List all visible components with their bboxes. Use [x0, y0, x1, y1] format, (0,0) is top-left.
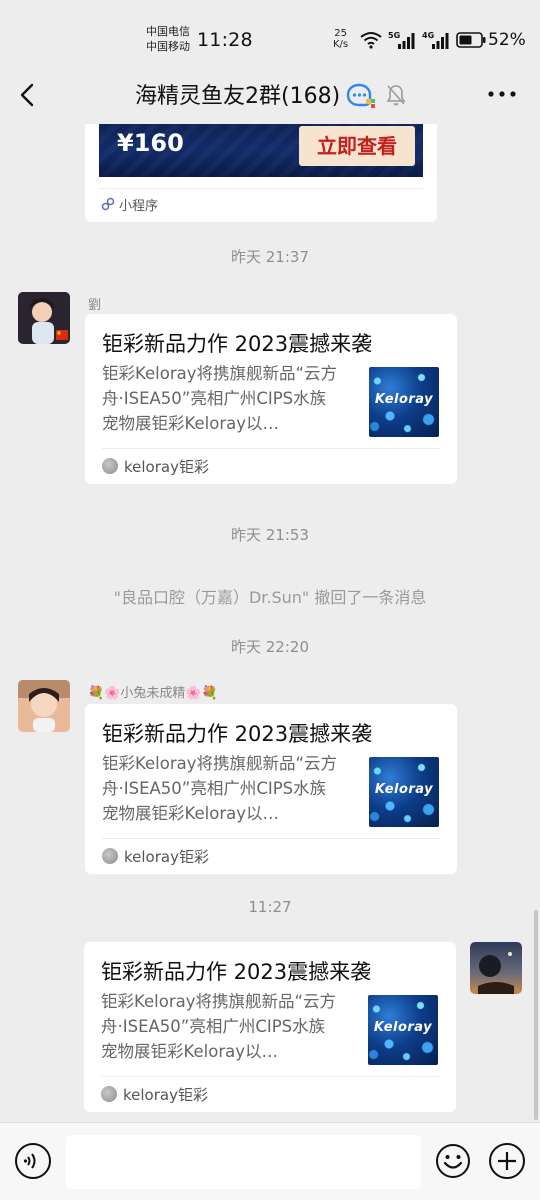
- timestamp: 昨天 21:37: [231, 248, 309, 266]
- card-source: keloray钜彩: [102, 455, 209, 477]
- carrier-names: 中国电信 中国移动: [146, 24, 190, 54]
- link-card[interactable]: 钜彩新品力作 2023震撼来袭 钜彩Keloray将携旗舰新品“云方舟·ISEA…: [85, 314, 457, 484]
- wifi-icon: [360, 32, 382, 49]
- source-logo-icon: [101, 1086, 117, 1102]
- more-icon[interactable]: [486, 84, 518, 104]
- card-source-label: keloray钜彩: [124, 847, 209, 866]
- thumbnail-brand: Keloray: [373, 1020, 433, 1035]
- carrier-1: 中国电信: [146, 25, 190, 38]
- card-thumbnail: Keloray: [369, 367, 439, 437]
- mini-program-banner: ¥160 立即查看: [99, 124, 423, 177]
- battery-percent: 52%: [488, 30, 526, 50]
- signal-4g-label: 4G: [422, 31, 434, 40]
- chat-title: 海精灵鱼友2群(168): [135, 84, 341, 109]
- card-title: 钜彩新品力作 2023震撼来袭: [102, 722, 373, 746]
- back-arrow-icon[interactable]: [14, 80, 42, 110]
- chat-header: 海精灵鱼友2群(168): [0, 66, 540, 124]
- link-card[interactable]: 钜彩新品力作 2023震撼来袭 钜彩Keloray将携旗舰新品“云方舟·ISEA…: [84, 942, 456, 1112]
- signal-5g-icon: 5G: [388, 31, 415, 49]
- voice-icon[interactable]: [15, 1143, 51, 1179]
- plus-glyph-icon: [498, 1152, 516, 1170]
- recall-notice: "良品口腔（万嘉）Dr.Sun" 撤回了一条消息: [113, 588, 427, 607]
- card-description: 钜彩Keloray将携旗舰新品“云方舟·ISEA50”亮相广州CIPS水族宠物展…: [102, 754, 338, 823]
- avatar-image: [18, 680, 70, 732]
- mini-program-source: 小程序: [101, 195, 159, 214]
- signal-5g-label: 5G: [388, 31, 400, 40]
- network-speed-value: 25: [334, 28, 347, 39]
- card-thumbnail: Keloray: [369, 757, 439, 827]
- timestamp: 昨天 21:53: [231, 526, 309, 544]
- avatar-image: [18, 292, 70, 344]
- view-now-button[interactable]: 立即查看: [299, 126, 415, 166]
- timestamp: 昨天 22:20: [231, 638, 309, 656]
- card-source-label: keloray钜彩: [124, 457, 209, 476]
- timestamp: 11:27: [248, 898, 292, 916]
- card-description: 钜彩Keloray将携旗舰新品“云方舟·ISEA50”亮相广州CIPS水族宠物展…: [101, 992, 337, 1061]
- avatar[interactable]: [18, 680, 70, 732]
- mini-program-card[interactable]: ¥160 立即查看 小程序: [85, 124, 437, 222]
- source-logo-icon: [102, 848, 118, 864]
- chat-screen: 中国电信 中国移动 11:28 25 K/s 5G 4G 52% 海精灵鱼友2群…: [0, 0, 540, 1200]
- divider: [102, 838, 440, 839]
- voice-wave-icon: [23, 1153, 36, 1169]
- mini-program-icon: [101, 197, 115, 211]
- card-title: 钜彩新品力作 2023震撼来袭: [102, 332, 373, 356]
- mini-program-price: ¥160: [117, 129, 184, 157]
- thumbnail-brand: Keloray: [374, 392, 434, 407]
- link-card[interactable]: 钜彩新品力作 2023震撼来袭 钜彩Keloray将携旗舰新品“云方舟·ISEA…: [85, 704, 457, 874]
- scrollbar[interactable]: [534, 910, 538, 1120]
- avatar[interactable]: [18, 292, 70, 344]
- group-chat-badge-icon: [346, 83, 375, 108]
- divider: [99, 188, 423, 189]
- card-source: keloray钜彩: [101, 1083, 208, 1105]
- network-speed: 25 K/s: [333, 28, 348, 50]
- plus-icon[interactable]: [489, 1143, 525, 1179]
- mini-program-source-label: 小程序: [119, 198, 159, 214]
- clock: 11:28: [197, 29, 253, 51]
- divider: [102, 448, 440, 449]
- card-thumbnail: Keloray: [368, 995, 438, 1065]
- battery-icon: [456, 32, 486, 48]
- source-logo-icon: [102, 458, 118, 474]
- input-bar: [0, 1122, 540, 1200]
- avatar-image: [470, 942, 522, 994]
- self-avatar[interactable]: [470, 942, 522, 994]
- emoji-icon[interactable]: [435, 1143, 471, 1179]
- thumbnail-brand: Keloray: [374, 782, 434, 797]
- card-description: 钜彩Keloray将携旗舰新品“云方舟·ISEA50”亮相广州CIPS水族宠物展…: [102, 364, 338, 433]
- message-list[interactable]: ¥160 立即查看 小程序 昨天 21:37 劉 钜彩新品力作 2023震撼来袭…: [0, 124, 540, 1122]
- card-source-label: keloray钜彩: [123, 1085, 208, 1104]
- network-speed-unit: K/s: [333, 39, 349, 50]
- card-title: 钜彩新品力作 2023震撼来袭: [101, 960, 372, 984]
- muted-bell-icon: [386, 85, 406, 106]
- message-input[interactable]: [66, 1135, 421, 1189]
- carrier-2: 中国移动: [146, 40, 190, 53]
- status-icons: 5G 4G: [360, 30, 486, 50]
- sender-name: 劉: [88, 298, 102, 313]
- card-source: keloray钜彩: [102, 845, 209, 867]
- divider: [101, 1076, 439, 1077]
- status-bar: 中国电信 中国移动 11:28 25 K/s 5G 4G 52%: [0, 0, 540, 66]
- sender-name: 💐🌸小兔未成精🌸💐: [88, 686, 218, 701]
- signal-4g-icon: 4G: [422, 31, 449, 49]
